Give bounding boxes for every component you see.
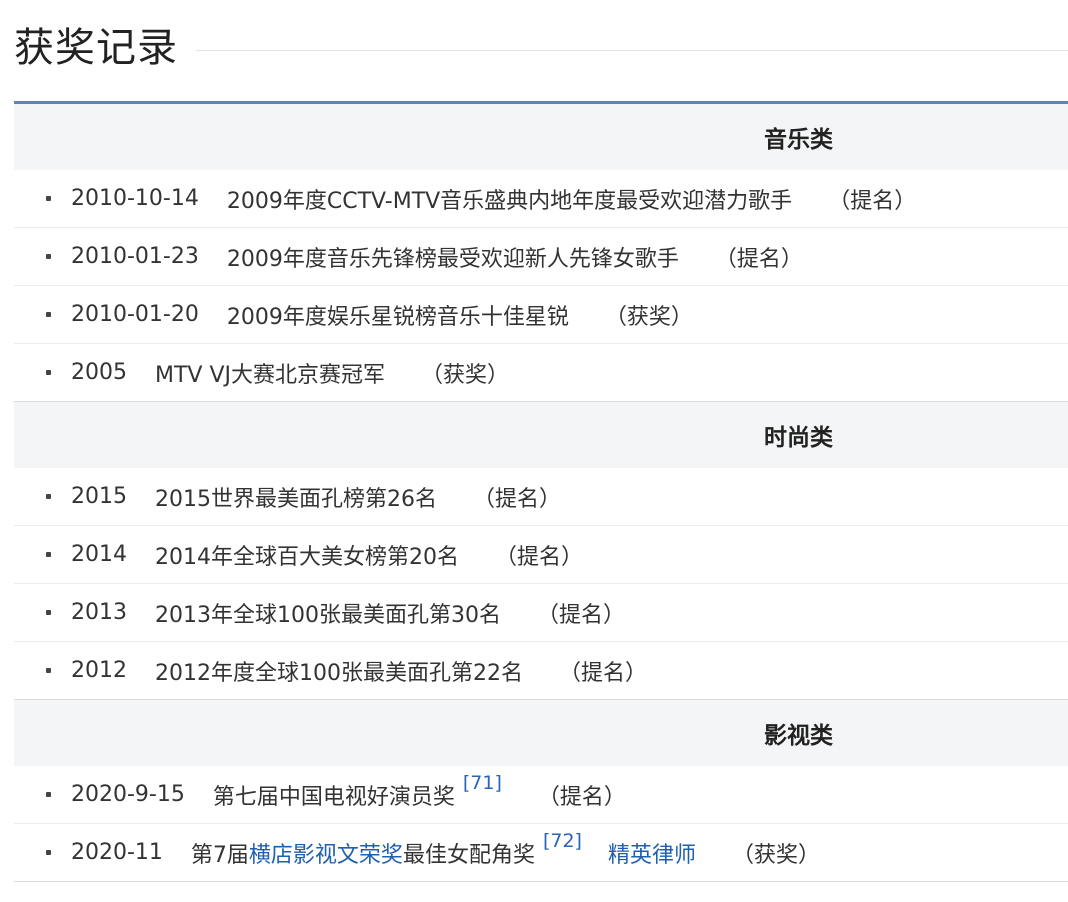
award-name: 2009年度娱乐星锐榜音乐十佳星锐 [226,304,569,330]
bullet-icon [46,494,51,499]
category-header-film-tv: 影视类 [14,699,1068,766]
award-name: 2012年度全球100张最美面孔第22名 [155,660,523,686]
award-row: 2005 MTV VJ大赛北京赛冠军 （获奖） [14,343,1068,401]
bullet-icon [46,552,51,557]
award-status: （提名） [537,784,626,810]
award-status: （提名） [828,188,917,214]
award-status: （提名） [472,486,561,512]
award-date: 2010-01-20 [71,302,199,327]
award-name-prefix: 第7届 [190,842,249,868]
citation-link[interactable]: [71] [463,772,502,794]
bullet-icon [46,254,51,259]
award-link[interactable]: 横店影视文荣奖 [249,837,403,869]
award-date: 2015 [71,484,127,509]
award-row: 2012 2012年度全球100张最美面孔第22名 （提名） [14,641,1068,699]
bullet-icon [46,370,51,375]
award-name: 2015世界最美面孔榜第26名 [155,486,437,512]
award-row: 2013 2013年全球100张最美面孔第30名 （提名） [14,583,1068,641]
award-date: 2013 [71,600,127,625]
page: 获奖记录 音乐类 2010-10-14 2009年度CCTV-MTV音乐盛典内地… [0,0,1068,902]
award-name-suffix: 最佳女配角奖 [402,842,535,868]
heading-divider [196,49,1068,51]
award-name: 第七届中国电视好演员奖 [212,784,455,810]
bullet-icon [46,668,51,673]
award-status: （提名） [536,602,625,628]
section-heading: 获奖记录 [14,25,178,71]
award-status: （获奖） [731,842,820,868]
award-date: 2010-10-14 [71,186,199,211]
award-name: MTV VJ大赛北京赛冠军 [155,362,386,388]
category-header-music: 音乐类 [14,104,1068,170]
award-date: 2020-9-15 [71,782,185,807]
award-date: 2012 [71,658,127,683]
award-date: 2005 [71,360,127,385]
work-link[interactable]: 精英律师 [608,837,696,869]
award-row: 2014 2014年全球百大美女榜第20名 （提名） [14,525,1068,583]
bullet-icon [46,610,51,615]
award-date: 2014 [71,542,127,567]
award-status: （提名） [714,246,803,272]
category-header-fashion: 时尚类 [14,401,1068,468]
award-row: 2020-11 第7届 横店影视文荣奖 最佳女配角奖 [72] 精英律师 （获奖） [14,823,1068,881]
award-name: 2009年度CCTV-MTV音乐盛典内地年度最受欢迎潜力歌手 [226,188,793,214]
award-status: （获奖） [604,304,693,330]
table-bottom-rule [14,881,1068,882]
bullet-icon [46,850,51,855]
category-title: 时尚类 [764,425,833,451]
award-row: 2015 2015世界最美面孔榜第26名 （提名） [14,468,1068,525]
award-name: 2014年全球百大美女榜第20名 [155,544,459,570]
award-row: 2010-10-14 2009年度CCTV-MTV音乐盛典内地年度最受欢迎潜力歌… [14,170,1068,227]
award-name: 2009年度音乐先锋榜最受欢迎新人先锋女歌手 [226,246,679,272]
section-heading-wrap: 获奖记录 [14,18,1068,78]
award-date: 2020-11 [71,840,163,865]
award-status: （提名） [558,660,647,686]
bullet-icon [46,792,51,797]
award-date: 2010-01-23 [71,244,199,269]
award-row: 2010-01-20 2009年度娱乐星锐榜音乐十佳星锐 （获奖） [14,285,1068,343]
category-title: 音乐类 [764,127,833,153]
award-name: 2013年全球100张最美面孔第30名 [155,602,501,628]
bullet-icon [46,312,51,317]
award-row: 2010-01-23 2009年度音乐先锋榜最受欢迎新人先锋女歌手 （提名） [14,227,1068,285]
citation-link[interactable]: [72] [543,830,582,852]
award-status: （获奖） [421,362,510,388]
category-title: 影视类 [764,723,833,749]
award-status: （提名） [494,544,583,570]
bullet-icon [46,196,51,201]
awards-table: 音乐类 2010-10-14 2009年度CCTV-MTV音乐盛典内地年度最受欢… [14,101,1068,882]
award-row: 2020-9-15 第七届中国电视好演员奖 [71] （提名） [14,766,1068,823]
